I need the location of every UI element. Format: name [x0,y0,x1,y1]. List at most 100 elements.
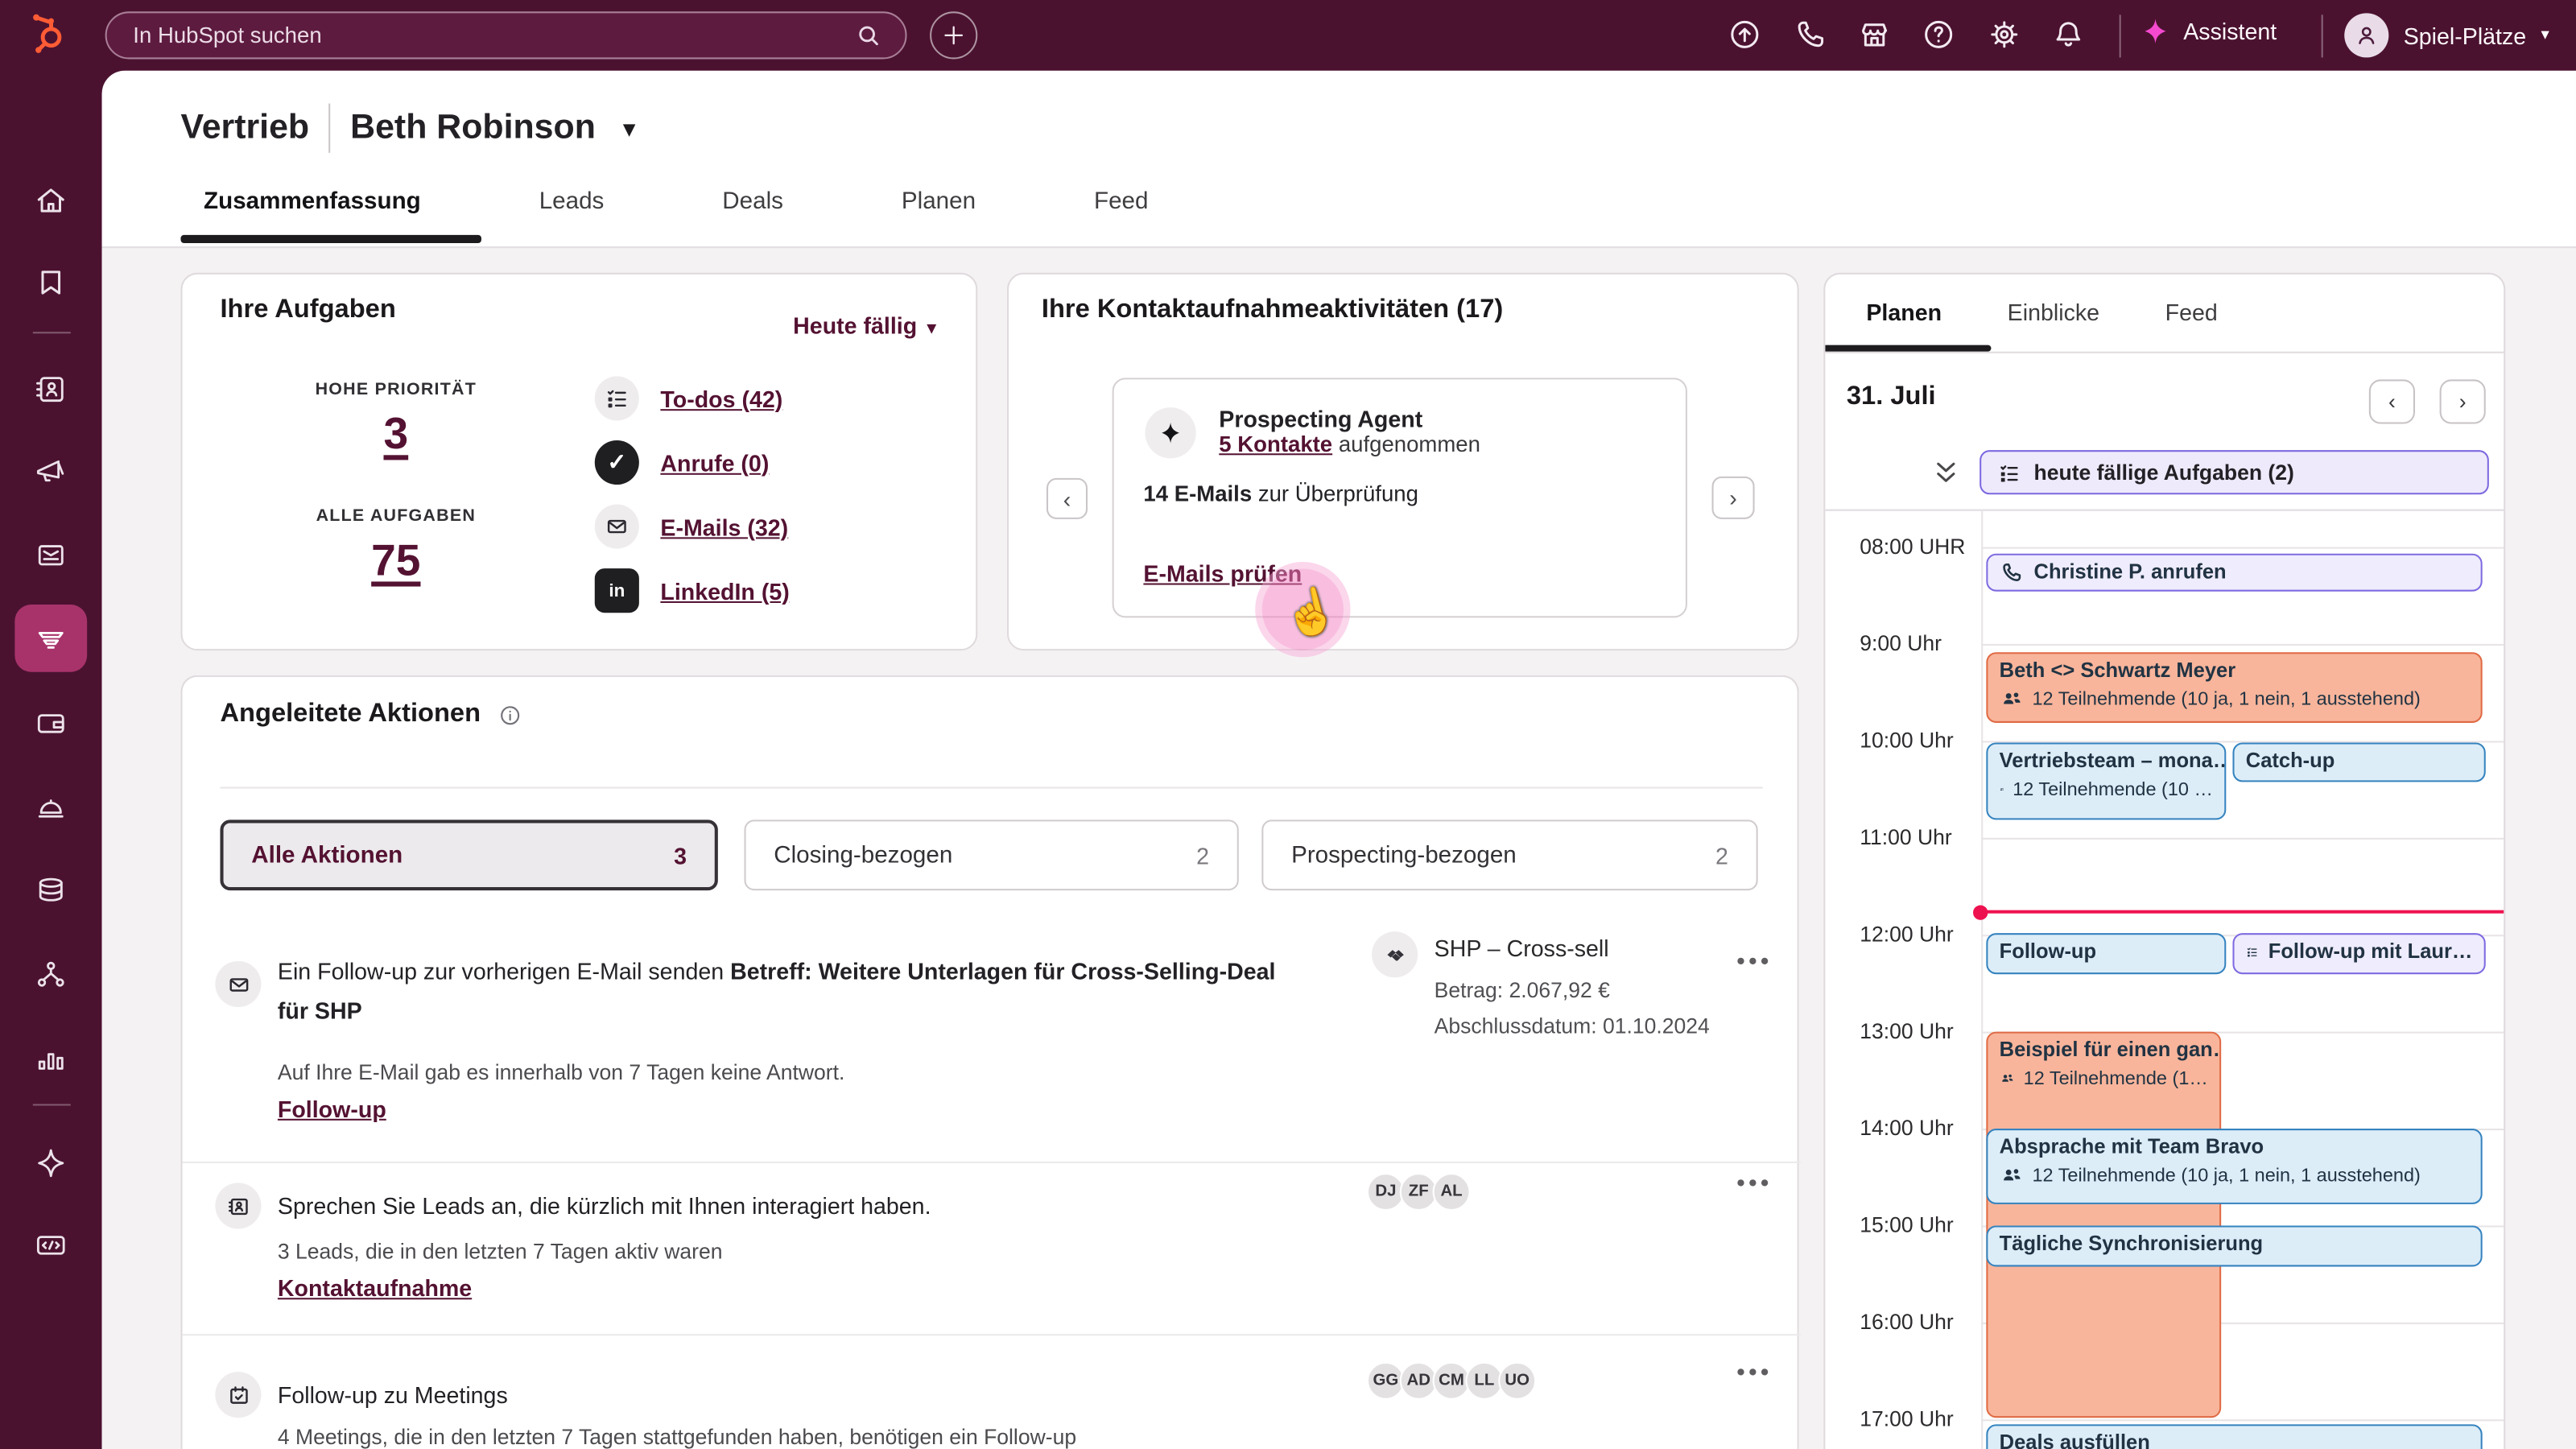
topbar-divider [2119,14,2121,58]
deal-close-date: Abschlussdatum: 01.10.2024 [1434,1013,1710,1038]
task-type-link[interactable]: LinkedIn (5) [660,577,789,604]
carousel-prev-button[interactable]: ‹ [1046,477,1088,519]
sidebar-item-bookmarks[interactable] [33,265,69,301]
sidebar-item-data[interactable] [33,873,69,909]
calling-icon[interactable] [1793,16,1829,52]
main-sidebar [0,70,102,1449]
calendar-event[interactable]: Beth <> Schwartz Meyer 12 Teilnehmende (1… [1986,652,2483,723]
planner-prev-day-button[interactable]: ‹ [2368,379,2415,424]
planner-tab-einblicke[interactable]: Einblicke [2008,299,2099,325]
planner-tab-planen[interactable]: Planen [1866,299,1942,325]
action-link[interactable]: Follow-up [278,1096,386,1122]
assistant-button[interactable]: Assistent [2140,16,2277,46]
linkedin-icon: in [594,568,639,613]
settings-icon[interactable] [1986,16,2022,52]
avatar[interactable]: UO [1498,1361,1537,1400]
sidebar-item-commerce[interactable] [33,705,69,741]
ellipsis-menu[interactable]: ••• [1736,1359,1772,1387]
filter-closing-bezogen[interactable]: Closing-bezogen 2 [744,819,1239,891]
sidebar-item-service[interactable] [33,789,69,825]
stat-value[interactable]: 3 [248,409,543,460]
deal-title[interactable]: SHP – Cross-sell [1435,935,1609,961]
tasks-due-filter[interactable]: Heute fällig ▼ [793,312,939,339]
planner-tabs: Planen Einblicke Feed [1866,299,2217,325]
due-tasks-pill-label: heute fällige Aufgaben (2) [2033,460,2294,485]
ellipsis-menu[interactable]: ••• [1736,948,1772,976]
contacts-link[interactable]: 5 Kontakte [1219,432,1332,457]
calendar-event[interactable]: Follow-up mit Laur… [2232,932,2486,974]
sidebar-item-content[interactable] [33,537,69,573]
filter-prospecting-bezogen[interactable]: Prospecting-bezogen 2 [1261,819,1758,891]
info-icon[interactable] [497,702,522,727]
calendar-event[interactable]: Follow-up [1986,932,2227,974]
action-title: Sprechen Sie Leads an, die kürzlich mit … [277,1192,931,1220]
sidebar-item-automations[interactable] [33,956,69,993]
account-name: Spiel-Plätze [2403,22,2527,49]
email-icon [594,504,639,549]
page-title[interactable]: Beth Robinson [350,109,596,148]
hour-label: 9:00 Uhr [1860,630,1942,656]
checklist-icon [2000,464,2018,481]
notifications-icon[interactable] [2050,16,2087,52]
carousel-next-button[interactable]: › [1711,476,1755,519]
sidebar-item-marketing[interactable] [33,452,69,488]
action-title: Follow-up zu Meetings [277,1381,508,1408]
search-icon [859,26,878,46]
calendar-event[interactable]: Catch-up [2232,742,2486,783]
tab-zusammenfassung[interactable]: Zusammenfassung [180,189,444,216]
sidebar-item-home[interactable] [33,183,69,219]
action-link[interactable]: Kontaktaufnahme [278,1275,472,1302]
top-navigation-bar: Assistent Spiel-Plätze ▾ [0,0,2576,71]
help-icon[interactable] [1921,16,1957,52]
task-type-link[interactable]: E-Mails (32) [660,514,788,540]
double-chevron-down-icon[interactable] [1934,458,1959,486]
calendar-event[interactable]: Vertriebsteam – mona… 12 Teilnehmende (10… [1986,742,2227,821]
ellipsis-menu[interactable]: ••• [1736,1170,1772,1198]
tab-feed[interactable]: Feed [1071,189,1171,216]
sidebar-collapse-button[interactable] [33,1443,69,1449]
assistant-sparkle-icon [2145,19,2166,44]
calls-done-icon: ✓ [594,440,639,485]
stat-value[interactable]: 75 [248,535,543,586]
create-button[interactable] [930,11,978,60]
hour-label: 14:00 Uhr [1860,1115,1954,1141]
workspace-label: Vertrieb [180,108,310,147]
task-type-link[interactable]: To-dos (42) [660,386,782,412]
upgrade-icon[interactable] [1727,16,1763,52]
guided-action-item: Follow-up zu Meetings 4 Meetings, die in… [182,1334,1801,1449]
sidebar-item-reporting[interactable] [33,1040,69,1076]
sidebar-item-crm-contacts[interactable] [33,371,69,407]
calendar-event[interactable]: Tägliche Synchronisierung [1986,1225,2483,1266]
calendar-event[interactable]: Absprache mit Team Bravo 12 Teilnehmende … [1986,1129,2483,1204]
calendar-event[interactable]: Beispiel für einen gan… 12 Teilnehmende (… [1986,1031,2222,1418]
sidebar-item-developer[interactable] [33,1227,69,1263]
task-type-link[interactable]: Anrufe (0) [660,449,769,476]
calendar-event[interactable]: Deals ausfüllen [1986,1424,2483,1449]
action-description: 3 Leads, die in den letzten 7 Tagen akti… [277,1238,723,1264]
title-caret-down-icon[interactable]: ▼ [618,116,639,141]
outreach-card: Ihre Kontaktaufnahmeaktivitäten (17) ‹ ›… [1007,272,1799,658]
search-input[interactable] [130,21,855,50]
tab-leads[interactable]: Leads [516,189,627,216]
sidebar-item-sales[interactable] [33,621,69,657]
action-description: 4 Meetings, die in den letzten 7 Tagen s… [277,1424,1077,1449]
planner-panel: Planen Einblicke Feed 31. Juli ‹ › heute… [1823,272,2506,1449]
calendar-event[interactable]: Christine P. anrufen [1986,552,2483,591]
hour-gridline [1981,837,2504,840]
avatar[interactable]: AL [1432,1173,1471,1212]
hubspot-logo-icon[interactable] [22,11,69,59]
marketplace-icon[interactable] [1856,16,1893,52]
account-menu[interactable]: Spiel-Plätze ▾ [2344,13,2549,58]
tab-deals[interactable]: Deals [700,189,807,216]
due-tasks-pill[interactable]: heute fällige Aufgaben (2) [1979,450,2489,495]
filter-alle-aktionen[interactable]: Alle Aktionen 3 [220,819,718,891]
action-title: Ein Follow-up zur vorherigen E-Mail send… [277,957,1276,1024]
todo-list-icon [594,376,639,421]
planner-next-day-button[interactable]: › [2439,379,2486,424]
hour-label: 08:00 UHR [1860,534,1966,559]
calendar-axis-line [1981,509,1984,1449]
guided-actions-card: Angeleitete Aktionen Alle Aktionen 3 Closi… [180,675,1801,1449]
sidebar-item-ai[interactable] [33,1145,69,1181]
planner-tab-feed[interactable]: Feed [2165,299,2218,325]
tab-planen[interactable]: Planen [878,189,998,216]
